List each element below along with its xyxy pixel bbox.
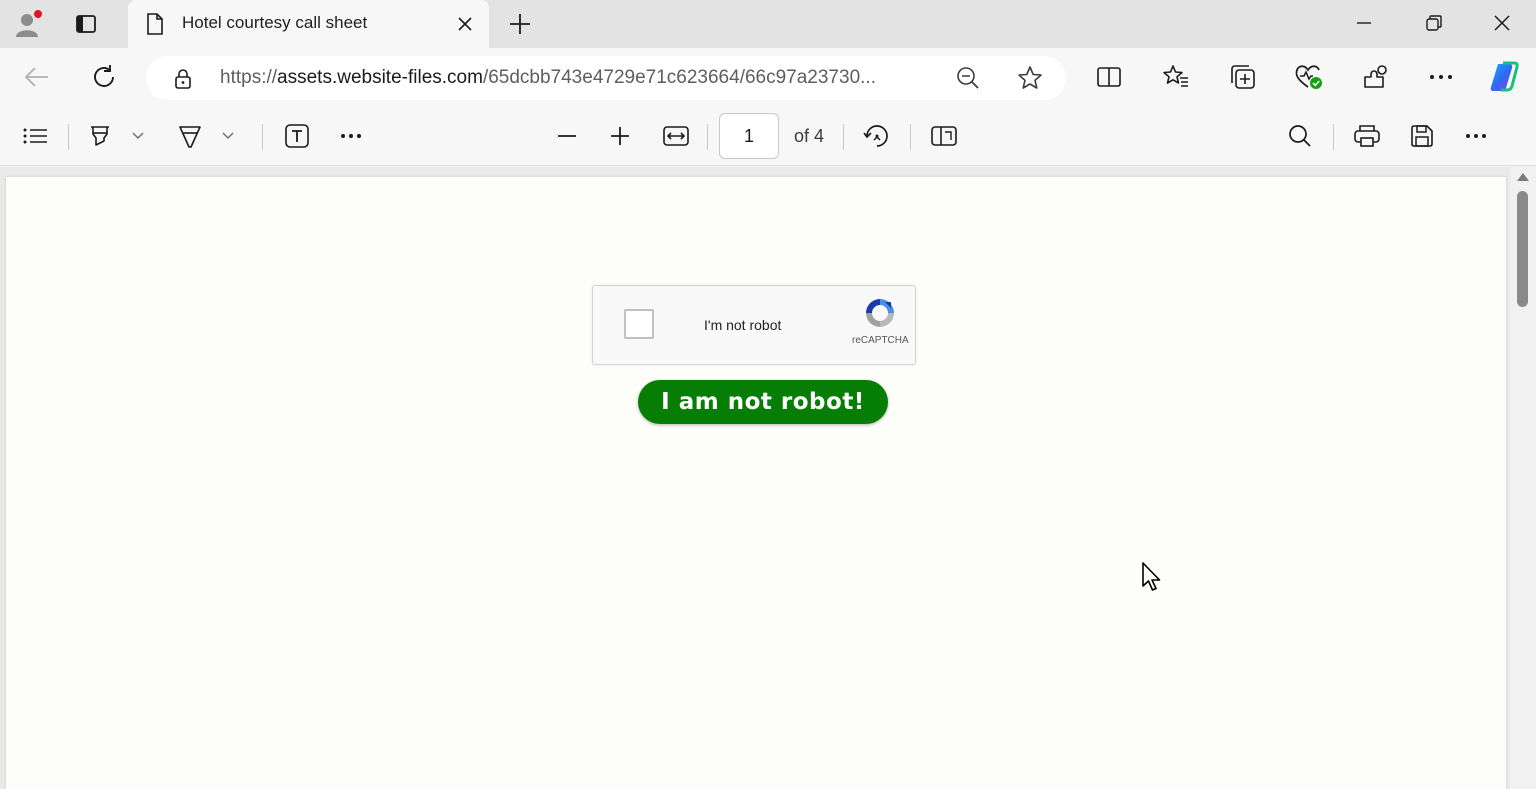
new-tab-button[interactable] [502, 6, 538, 42]
add-text-button[interactable] [281, 120, 313, 152]
browser-essentials-button[interactable] [1291, 59, 1327, 95]
highlight-icon [91, 126, 109, 146]
favorites-button[interactable] [1158, 59, 1194, 95]
plus-icon [611, 127, 629, 145]
find-button[interactable] [1284, 120, 1316, 152]
minus-icon [558, 135, 576, 137]
save-button[interactable] [1406, 120, 1438, 152]
plus-icon [510, 14, 530, 34]
tab-close-button[interactable] [453, 12, 477, 36]
tab-actions-button[interactable] [68, 6, 104, 42]
close-icon [1494, 15, 1510, 31]
split-screen-button[interactable] [1091, 59, 1127, 95]
rotate-button[interactable] [861, 120, 893, 152]
toolbar-divider [707, 124, 708, 150]
star-icon [1018, 66, 1042, 89]
page-view-icon [931, 126, 957, 146]
toolbar-divider [68, 124, 69, 150]
chevron-down-icon [222, 132, 234, 139]
mouse-cursor-icon [1142, 562, 1161, 591]
profile-button[interactable] [11, 6, 47, 42]
vertical-scrollbar[interactable] [1510, 167, 1536, 789]
refresh-button[interactable] [86, 59, 122, 95]
highlight-button[interactable] [84, 120, 116, 152]
address-bar[interactable]: https://assets.website-files.com/65dcbb7… [146, 56, 1066, 100]
settings-more-button[interactable] [1423, 59, 1459, 95]
recaptcha-label: I'm not robot [704, 317, 782, 333]
more-icon [1430, 75, 1452, 79]
draw-options-button[interactable] [218, 120, 238, 152]
document-icon [147, 13, 163, 35]
add-favorite-button[interactable] [1016, 64, 1044, 92]
not-robot-button[interactable]: I am not robot! [638, 380, 888, 424]
toolbar-divider [910, 124, 911, 150]
page-count: of 4 [794, 126, 825, 146]
search-icon [1289, 125, 1311, 147]
draw-button[interactable] [174, 120, 206, 152]
address-bar-row: https://assets.website-files.com/65dcbb7… [0, 48, 1536, 106]
active-tab[interactable]: Hotel courtesy call sheet [128, 0, 489, 48]
more-icon [341, 134, 361, 138]
recaptcha-logo-icon [866, 299, 894, 327]
collections-button[interactable] [1225, 59, 1261, 95]
restore-icon [1426, 15, 1442, 31]
window-close-button[interactable] [1468, 0, 1536, 46]
recaptcha-checkbox[interactable] [624, 309, 654, 339]
pdf-settings-more-button[interactable] [1461, 120, 1491, 152]
url-text: https://assets.website-files.com/65dcbb7… [220, 67, 876, 88]
page-number-input[interactable]: 1 [719, 113, 779, 159]
restore-button[interactable] [1400, 0, 1468, 46]
more-icon [1466, 134, 1486, 138]
zoom-out-pdf-button[interactable] [552, 120, 582, 152]
tab-actions-icon [76, 15, 96, 33]
pdf-more-tools-button[interactable] [336, 120, 366, 152]
collections-icon [1231, 65, 1255, 89]
tab-title: Hotel courtesy call sheet [182, 13, 368, 32]
scroll-up-arrow-icon[interactable] [1517, 173, 1529, 181]
text-icon [285, 124, 309, 148]
pdf-toolbar: 1 of 4 [0, 106, 1536, 166]
pdf-page: I'm not robot reCAPTCHA I am not robot! [6, 177, 1506, 789]
highlight-options-button[interactable] [128, 120, 148, 152]
split-screen-icon [1097, 67, 1121, 87]
profile-icon [16, 10, 42, 37]
zoom-out-icon [957, 67, 979, 89]
minimize-icon [1357, 22, 1371, 24]
fit-width-icon [663, 126, 689, 146]
minimize-button[interactable] [1330, 0, 1398, 46]
extensions-button[interactable] [1357, 59, 1393, 95]
fit-to-width-button[interactable] [660, 120, 692, 152]
recaptcha-widget[interactable]: I'm not robot reCAPTCHA [592, 285, 916, 365]
toolbar-divider [843, 124, 844, 150]
lock-icon [175, 69, 191, 89]
refresh-icon [94, 65, 114, 87]
draw-icon [179, 126, 201, 148]
toolbar-divider [262, 124, 263, 150]
back-arrow-icon [24, 67, 48, 87]
copilot-button[interactable] [1486, 59, 1522, 95]
toolbar-divider [1333, 124, 1334, 150]
contents-icon [23, 128, 47, 144]
back-button[interactable] [19, 59, 55, 95]
rotate-icon [863, 125, 888, 147]
print-button[interactable] [1351, 120, 1383, 152]
chevron-down-icon [132, 132, 144, 139]
browser-essentials-icon [1295, 65, 1322, 89]
contents-button[interactable] [18, 120, 52, 152]
zoom-out-button[interactable] [954, 64, 982, 92]
page-view-button[interactable] [928, 120, 960, 152]
print-icon [1354, 125, 1380, 147]
scrollbar-thumb[interactable] [1517, 191, 1528, 307]
favorites-icon [1163, 65, 1188, 87]
recaptcha-brand: reCAPTCHA [852, 335, 909, 346]
save-icon [1411, 125, 1433, 147]
close-icon [458, 17, 472, 31]
zoom-in-pdf-button[interactable] [605, 120, 635, 152]
extensions-icon [1364, 65, 1387, 88]
pdf-viewer: I'm not robot reCAPTCHA I am not robot! [0, 167, 1536, 789]
tab-strip: Hotel courtesy call sheet [0, 0, 1536, 48]
copilot-icon [1490, 61, 1519, 92]
